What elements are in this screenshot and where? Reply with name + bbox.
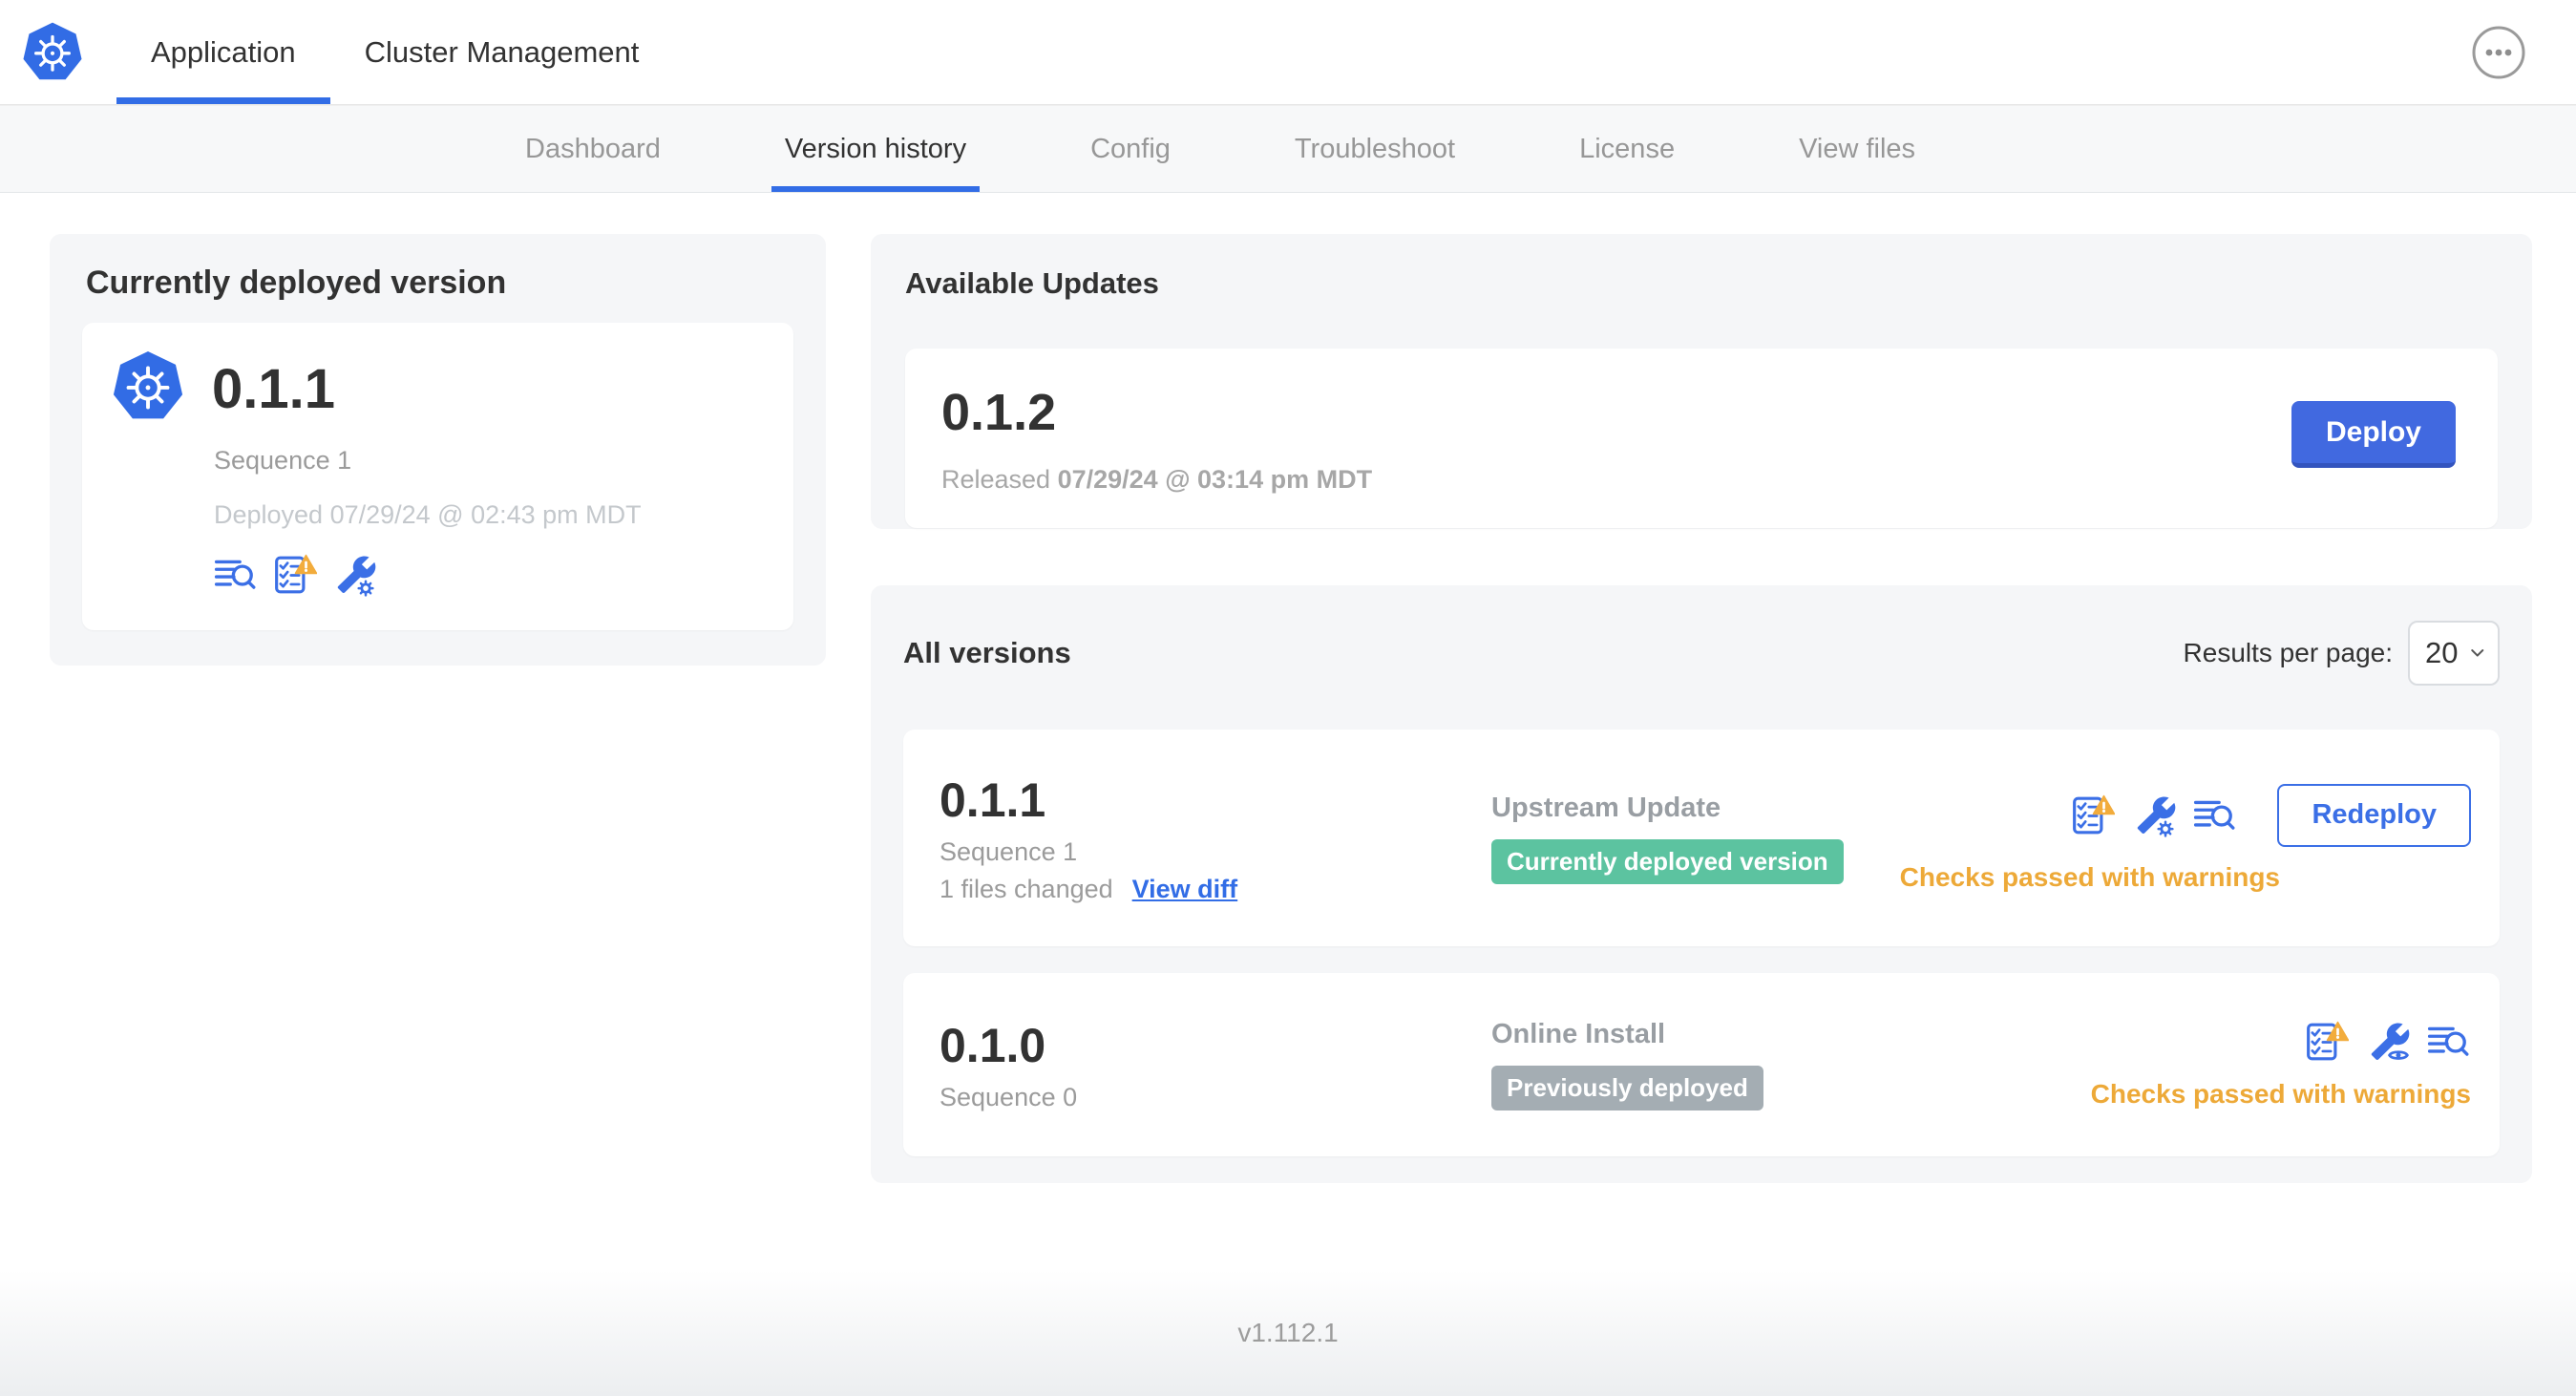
version-source: Online Install	[1491, 1019, 1666, 1049]
row-version-number: 0.1.1	[940, 772, 1046, 827]
status-badge: Previously deployed	[1491, 1066, 1763, 1110]
subnav-tab-license[interactable]: License	[1579, 106, 1675, 192]
update-released-line: Released 07/29/24 @ 03:14 pm MDT	[941, 465, 1373, 494]
version-cell: 0.1.0 Sequence 0	[940, 1018, 1491, 1112]
available-updates-title: Available Updates	[905, 266, 1159, 300]
view-diff-link[interactable]: View diff	[1132, 875, 1238, 903]
preflight-checks-warning-icon[interactable]	[273, 553, 319, 597]
tab-application[interactable]: Application	[116, 0, 330, 104]
row-sequence: Sequence 1	[940, 836, 1078, 866]
logs-icon[interactable]	[2427, 1020, 2471, 1064]
page-footer: v1.112.1	[0, 1270, 2576, 1396]
app-subnav: Dashboard Version history Config Trouble…	[0, 105, 2576, 193]
ellipsis-icon	[2472, 26, 2525, 79]
available-updates-panel: Available Updates 0.1.2 Released 07/29/2…	[871, 234, 2532, 529]
app-icon	[111, 349, 185, 429]
kubernetes-logo-icon	[21, 20, 84, 84]
all-versions-title: All versions	[903, 636, 1071, 669]
top-header: Application Cluster Management	[0, 0, 2576, 105]
currently-deployed-title: Currently deployed version	[86, 264, 507, 301]
version-source: Upstream Update	[1491, 792, 1721, 823]
available-update-card: 0.1.2 Released 07/29/24 @ 03:14 pm MDT D…	[905, 349, 2498, 528]
version-row-0-1-0: 0.1.0 Sequence 0 Online Install Previous…	[903, 973, 2500, 1156]
subnav-tab-troubleshoot[interactable]: Troubleshoot	[1295, 106, 1455, 192]
deployed-sequence: Sequence 1	[214, 446, 352, 475]
version-row-0-1-1: 0.1.1 Sequence 1 1 files changed View dif…	[903, 730, 2500, 946]
results-per-page-label: Results per page:	[2183, 638, 2393, 667]
subnav-tab-dashboard[interactable]: Dashboard	[525, 106, 661, 192]
actions-cell: Checks passed with warnings	[2091, 1020, 2471, 1110]
source-cell: Upstream Update Currently deployed versi…	[1491, 793, 1900, 884]
preflight-checks-warning-icon[interactable]	[2071, 793, 2117, 837]
status-badge: Currently deployed version	[1491, 838, 1844, 884]
currently-deployed-card: 0.1.1 Sequence 1 Deployed 07/29/24 @ 02:…	[82, 323, 793, 630]
results-per-page-select[interactable]: 20	[2408, 621, 2500, 686]
preflight-checks-warning-icon[interactable]	[2305, 1020, 2351, 1064]
preflight-status-text: Checks passed with warnings	[1899, 861, 2280, 892]
update-version-number: 0.1.2	[941, 384, 1057, 441]
files-changed-text: 1 files changed	[940, 874, 1113, 903]
deploy-button[interactable]: Deploy	[2291, 401, 2456, 468]
more-options-button[interactable]	[2471, 25, 2526, 80]
console-version: v1.112.1	[1237, 1318, 1339, 1347]
subnav-tab-config[interactable]: Config	[1090, 106, 1171, 192]
config-edit-icon[interactable]	[2132, 793, 2176, 837]
source-cell: Online Install Previously deployed	[1491, 1019, 2091, 1110]
config-view-icon[interactable]	[2366, 1020, 2410, 1064]
deployed-version-number: 0.1.1	[212, 358, 335, 420]
preflight-status-text: Checks passed with warnings	[2090, 1079, 2471, 1109]
kots-admin-console: Application Cluster Management Dashboard…	[0, 0, 2576, 1396]
currently-deployed-panel: Currently deployed version 0.1.1 Sequenc…	[50, 234, 826, 666]
version-history-page: Currently deployed version 0.1.1 Sequenc…	[0, 193, 2576, 1270]
logs-icon[interactable]	[2193, 793, 2237, 837]
deployed-timestamp: Deployed 07/29/24 @ 02:43 pm MDT	[214, 500, 642, 529]
chevron-down-icon	[2471, 649, 2484, 657]
redeploy-button[interactable]: Redeploy	[2277, 783, 2471, 847]
logs-icon[interactable]	[214, 553, 258, 597]
row-sequence: Sequence 0	[940, 1082, 1078, 1111]
all-versions-panel: All versions Results per page: 20 0.1.1	[871, 585, 2532, 1183]
subnav-tab-version-history[interactable]: Version history	[771, 106, 981, 192]
top-nav: Application Cluster Management	[116, 0, 673, 104]
subnav-tab-view-files[interactable]: View files	[1799, 106, 1915, 192]
tab-cluster-management[interactable]: Cluster Management	[330, 0, 674, 104]
version-cell: 0.1.1 Sequence 1 1 files changed View dif…	[940, 772, 1491, 904]
row-version-number: 0.1.0	[940, 1018, 1046, 1072]
actions-cell: Redeploy Checks passed with warnings	[1899, 783, 2471, 893]
config-edit-icon[interactable]	[332, 553, 376, 597]
